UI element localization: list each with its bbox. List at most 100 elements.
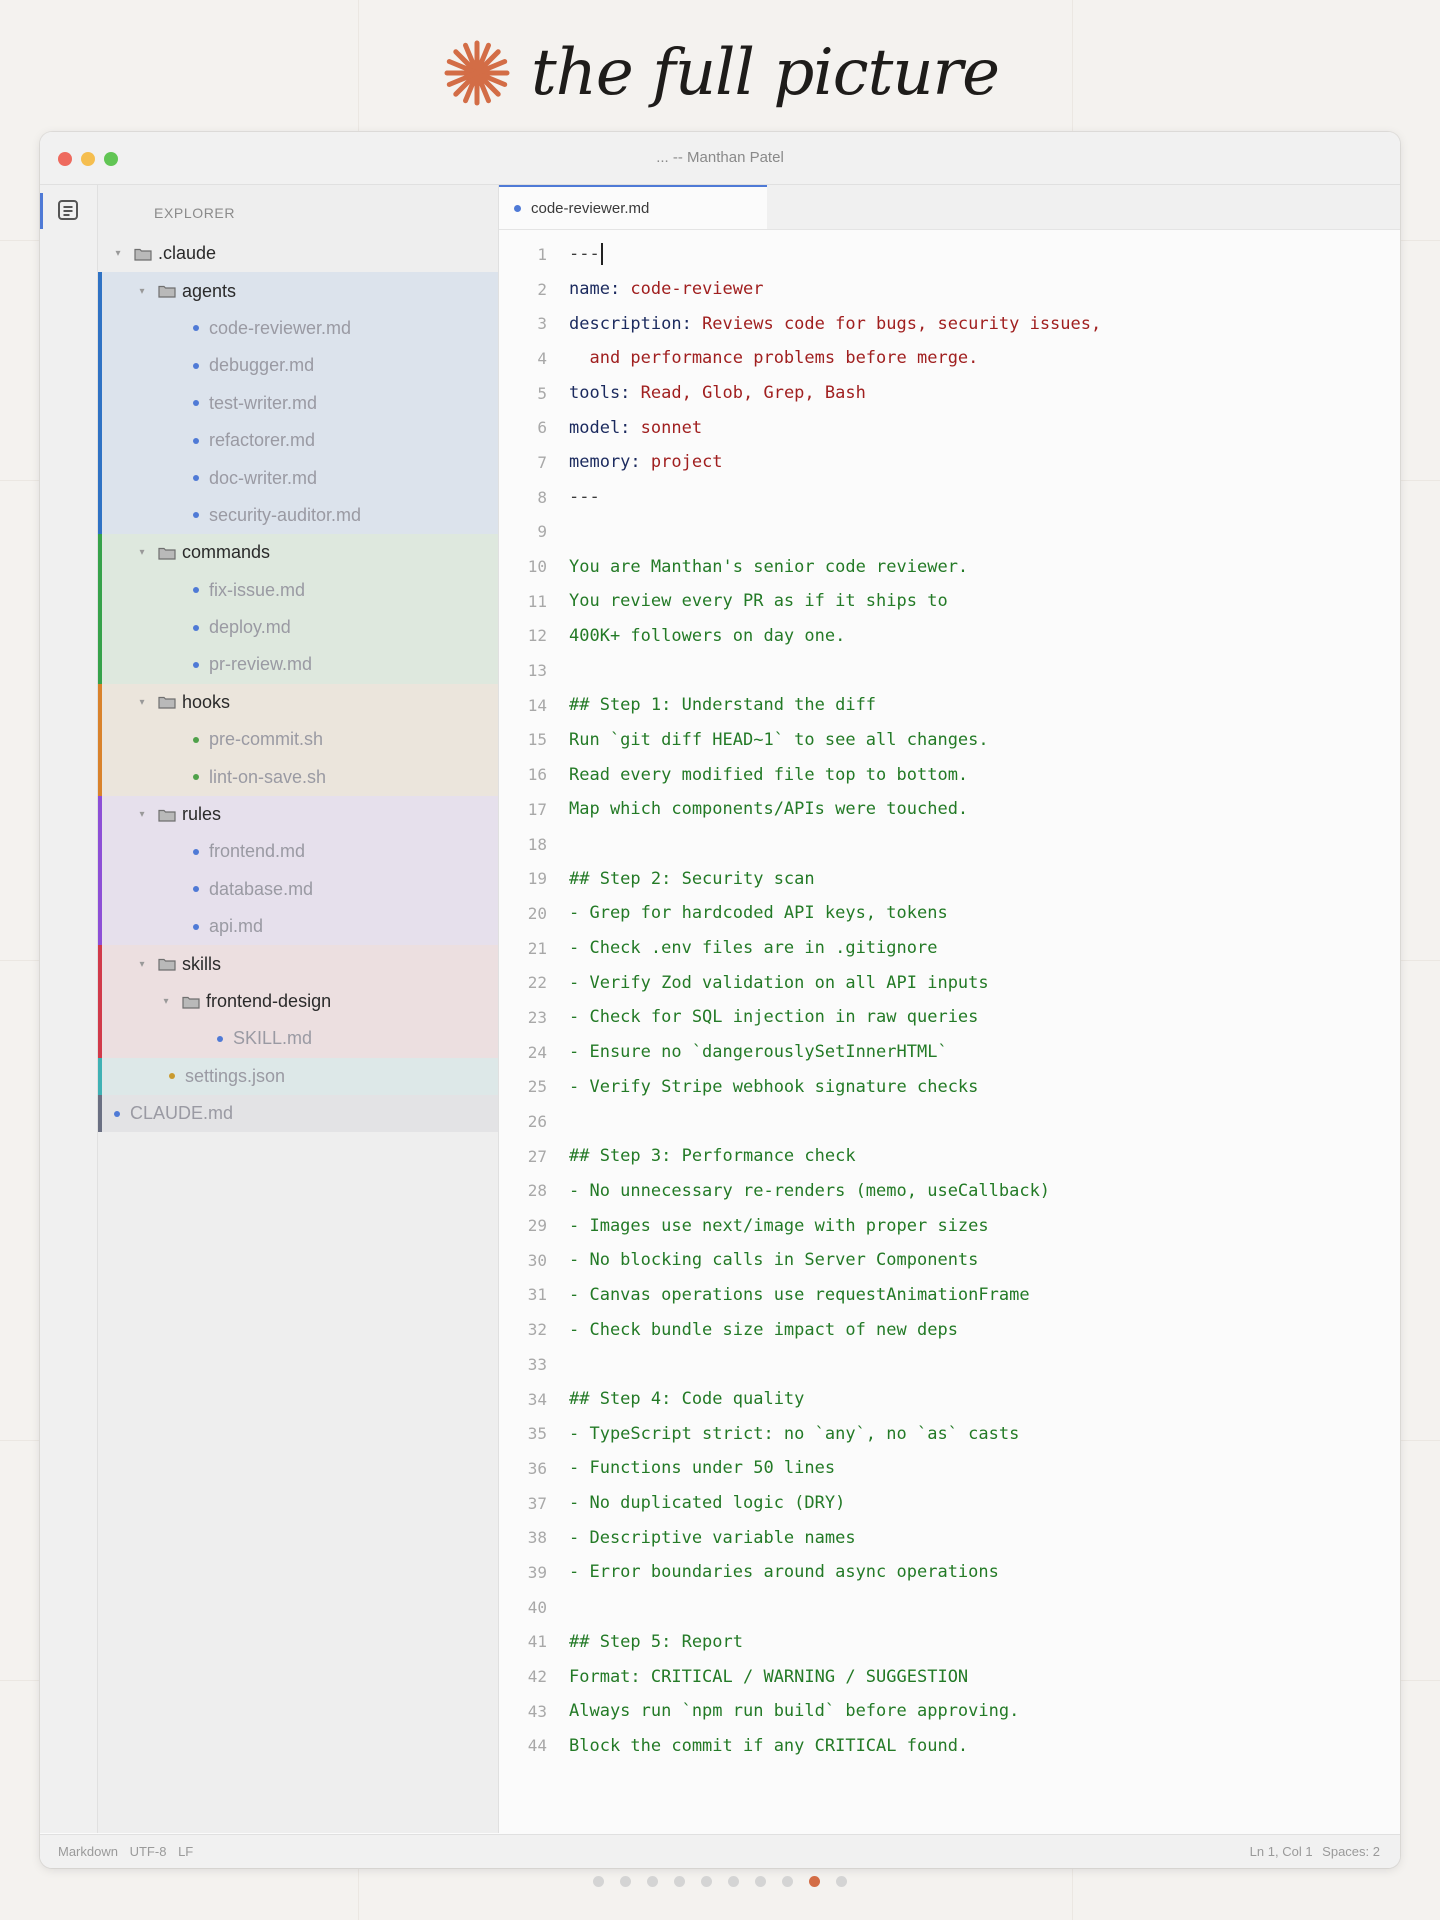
pager-dot[interactable] (701, 1876, 712, 1887)
pager-dot[interactable] (674, 1876, 685, 1887)
code-line[interactable]: 9 (499, 515, 1400, 550)
file-dot-icon (193, 736, 199, 743)
code-line[interactable]: 2 name: code-reviewer (499, 272, 1400, 307)
tree-file[interactable]: database.md (98, 870, 498, 909)
code-line[interactable]: 19 ## Step 2: Security scan (499, 861, 1400, 896)
status-language[interactable]: Markdown (58, 1844, 118, 1859)
code-line[interactable]: 16 Read every modified file top to bottom… (499, 757, 1400, 792)
pager-dot[interactable] (728, 1876, 739, 1887)
code-line[interactable]: 11 You review every PR as if it ships to (499, 584, 1400, 619)
code-area[interactable]: 1 --- 2 name: code-reviewer 3 description: Re… (499, 237, 1400, 1763)
tree-folder[interactable]: ▾ commands (98, 534, 498, 572)
pager-dot[interactable] (836, 1876, 847, 1887)
tree-folder[interactable]: ▾ hooks (98, 683, 498, 722)
code-line[interactable]: 20 - Grep for hardcoded API keys, tokens (499, 896, 1400, 931)
tree-file[interactable]: pre-commit.sh (98, 721, 498, 759)
files-icon[interactable] (57, 199, 79, 221)
chevron-down-icon[interactable]: ▾ (136, 697, 148, 708)
code-line[interactable]: 38 - Descriptive variable names (499, 1520, 1400, 1555)
chevron-down-icon[interactable]: ▾ (112, 248, 124, 259)
tree-folder[interactable]: ▾ .claude (98, 235, 498, 272)
code-token: - No duplicated logic (DRY) (569, 1493, 846, 1514)
code-line[interactable]: 35 - TypeScript strict: no `any`, no `as`… (499, 1416, 1400, 1451)
tree-file[interactable]: frontend.md (98, 833, 498, 871)
tree-folder[interactable]: ▾ skills (98, 945, 498, 983)
code-line[interactable]: 18 (499, 827, 1400, 862)
code-line[interactable]: 15 Run `git diff HEAD~1` to see all chang… (499, 723, 1400, 758)
tab-code-reviewer[interactable]: code-reviewer.md (499, 185, 767, 229)
code-line[interactable]: 40 (499, 1590, 1400, 1625)
code-line[interactable]: 13 (499, 653, 1400, 688)
tree-file[interactable]: debugger.md (98, 347, 498, 385)
code-line[interactable]: 31 - Canvas operations use requestAnimati… (499, 1278, 1400, 1313)
tree-folder[interactable]: ▾ rules (98, 795, 498, 834)
code-line[interactable]: 34 ## Step 4: Code quality (499, 1382, 1400, 1417)
code-line[interactable]: 39 - Error boundaries around async operat… (499, 1555, 1400, 1590)
status-encoding[interactable]: UTF-8 (130, 1844, 167, 1859)
code-line[interactable]: 23 - Check for SQL injection in raw queri… (499, 1000, 1400, 1035)
pager-dot[interactable] (782, 1876, 793, 1887)
code-line[interactable]: 27 ## Step 3: Performance check (499, 1139, 1400, 1174)
tree-file[interactable]: code-reviewer.md (98, 309, 498, 348)
tree-file[interactable]: test-writer.md (98, 384, 498, 422)
line-text: Block the commit if any CRITICAL found. (569, 1736, 968, 1756)
code-line[interactable]: 8 --- (499, 480, 1400, 515)
pager-dot[interactable] (593, 1876, 604, 1887)
chevron-down-icon[interactable]: ▾ (160, 996, 172, 1007)
code-line[interactable]: 25 - Verify Stripe webhook signature chec… (499, 1070, 1400, 1105)
chevron-down-icon[interactable]: ▾ (136, 809, 148, 820)
pager-dot[interactable] (755, 1876, 766, 1887)
status-indentation[interactable]: Spaces: 2 (1322, 1844, 1380, 1859)
tree-folder[interactable]: ▾ frontend-design (98, 982, 498, 1021)
chevron-down-icon[interactable]: ▾ (136, 547, 148, 558)
code-line[interactable]: 42 Format: CRITICAL / WARNING / SUGGESTIO… (499, 1659, 1400, 1694)
code-line[interactable]: 14 ## Step 1: Understand the diff (499, 688, 1400, 723)
code-line[interactable]: 12 400K+ followers on day one. (499, 619, 1400, 654)
code-line[interactable]: 43 Always run `npm run build` before appr… (499, 1694, 1400, 1729)
line-number: 13 (527, 661, 547, 681)
code-line[interactable]: 36 - Functions under 50 lines (499, 1451, 1400, 1486)
line-text: You review every PR as if it ships to (569, 591, 948, 611)
code-line[interactable]: 4 and performance problems before merge. (499, 341, 1400, 376)
code-line[interactable]: 10 You are Manthan's senior code reviewer… (499, 549, 1400, 584)
code-line[interactable]: 7 memory: project (499, 445, 1400, 480)
pager-dot[interactable] (620, 1876, 631, 1887)
code-line[interactable]: 21 - Check .env files are in .gitignore (499, 931, 1400, 966)
tree-folder[interactable]: ▾ agents (98, 272, 498, 310)
tree-file[interactable]: doc-writer.md (98, 459, 498, 497)
code-line[interactable]: 41 ## Step 5: Report (499, 1625, 1400, 1660)
tree-file[interactable]: lint-on-save.sh (98, 758, 498, 796)
tree-file[interactable]: CLAUDE.md (98, 1094, 498, 1133)
chevron-down-icon[interactable]: ▾ (136, 959, 148, 970)
code-line[interactable]: 17 Map which components/APIs were touched… (499, 792, 1400, 827)
code-line[interactable]: 32 - Check bundle size impact of new deps (499, 1312, 1400, 1347)
tree-file[interactable]: refactorer.md (98, 421, 498, 460)
tree-file[interactable]: pr-review.md (98, 646, 498, 684)
tree-file[interactable]: SKILL.md (98, 1020, 498, 1058)
tree-file[interactable]: fix-issue.md (98, 571, 498, 609)
code-line[interactable]: 29 - Images use next/image with proper si… (499, 1208, 1400, 1243)
tree-file[interactable]: settings.json (98, 1057, 498, 1095)
code-line[interactable]: 26 (499, 1104, 1400, 1139)
code-line[interactable]: 30 - No blocking calls in Server Componen… (499, 1243, 1400, 1278)
pager-dot[interactable] (647, 1876, 658, 1887)
code-line[interactable]: 24 - Ensure no `dangerouslySetInnerHTML` (499, 1035, 1400, 1070)
tree-file[interactable]: api.md (98, 908, 498, 946)
line-text: - Grep for hardcoded API keys, tokens (569, 903, 948, 923)
code-line[interactable]: 22 - Verify Zod validation on all API inp… (499, 965, 1400, 1000)
tree-file[interactable]: security-auditor.md (98, 496, 498, 535)
code-line[interactable]: 37 - No duplicated logic (DRY) (499, 1486, 1400, 1521)
code-line[interactable]: 28 - No unnecessary re-renders (memo, use… (499, 1174, 1400, 1209)
code-line[interactable]: 44 Block the commit if any CRITICAL found… (499, 1729, 1400, 1764)
tree-file[interactable]: deploy.md (98, 608, 498, 647)
code-line[interactable]: 1 --- (499, 237, 1400, 272)
line-text: - Descriptive variable names (569, 1528, 856, 1548)
pager-dot[interactable] (809, 1876, 820, 1887)
code-line[interactable]: 5 tools: Read, Glob, Grep, Bash (499, 376, 1400, 411)
chevron-down-icon[interactable]: ▾ (136, 286, 148, 297)
code-line[interactable]: 3 description: Reviews code for bugs, sec… (499, 306, 1400, 341)
status-eol[interactable]: LF (178, 1844, 193, 1859)
code-line[interactable]: 33 (499, 1347, 1400, 1382)
status-cursor-position[interactable]: Ln 1, Col 1 (1250, 1844, 1313, 1859)
code-line[interactable]: 6 model: sonnet (499, 410, 1400, 445)
